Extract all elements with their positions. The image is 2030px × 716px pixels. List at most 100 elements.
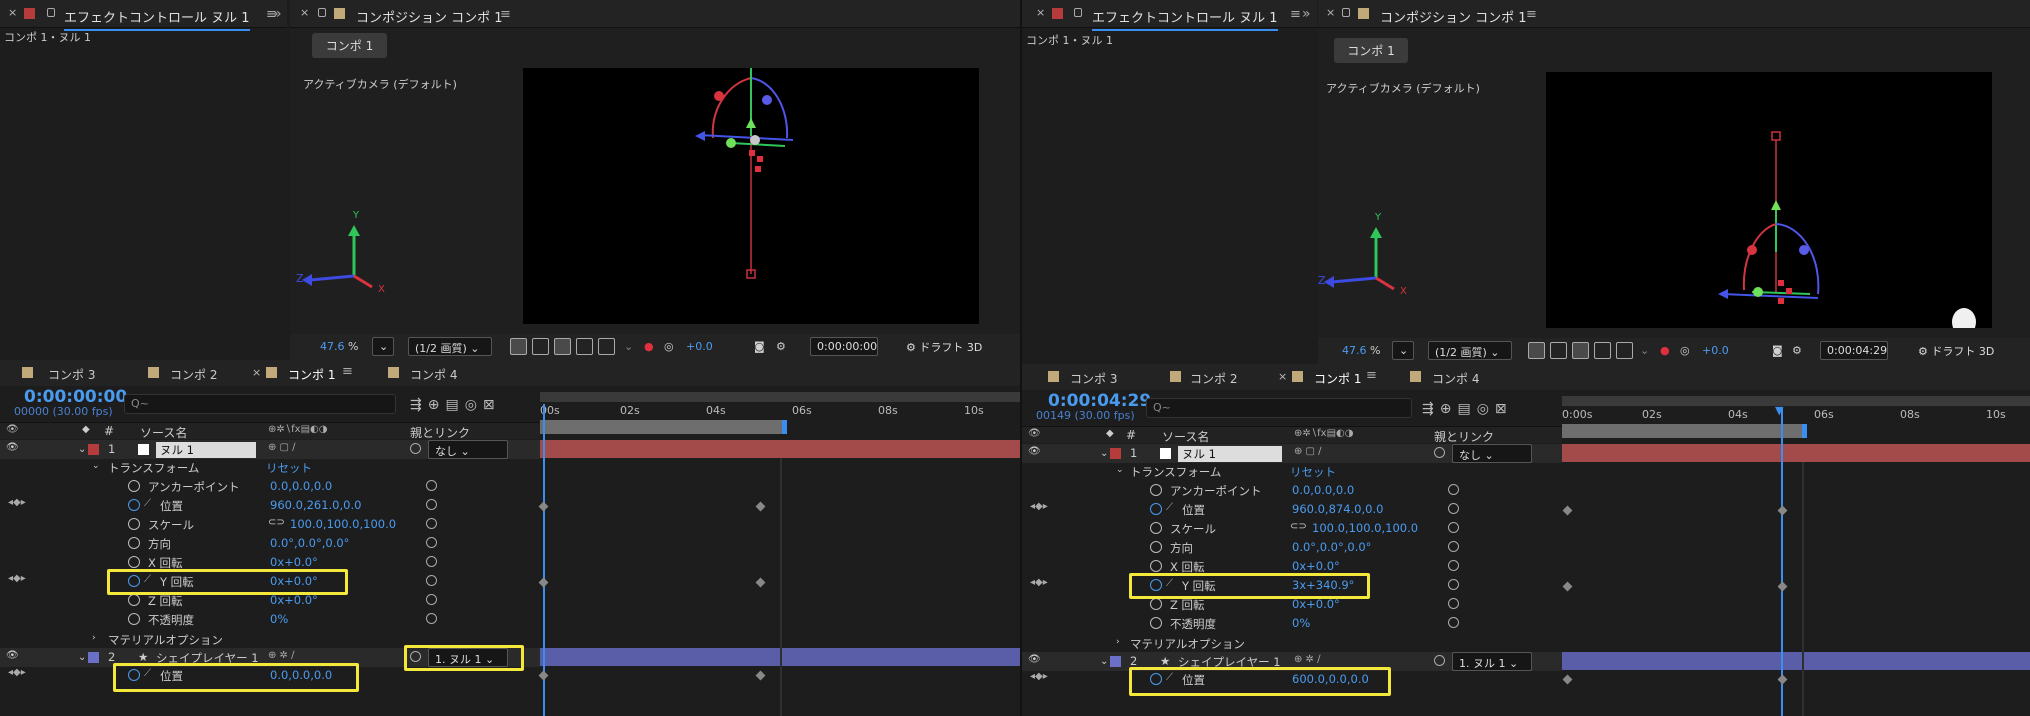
property-value[interactable]: 0x+0.0° <box>1292 597 1340 611</box>
tab-comp-3[interactable]: コンポ 3 <box>48 366 95 383</box>
exposure-value[interactable]: +0.0 <box>1702 344 1729 357</box>
stopwatch-icon[interactable] <box>128 499 140 511</box>
camera-icon[interactable]: ◙ <box>754 340 765 353</box>
layer-switches[interactable]: ⊕ ✲ ∕ <box>268 650 294 661</box>
pickwhip-icon[interactable] <box>426 499 437 510</box>
hamburger-menu-icon[interactable]: ≡ <box>1290 7 1301 22</box>
pickwhip-icon[interactable] <box>426 518 437 529</box>
transparency-grid-icon[interactable] <box>510 338 527 355</box>
pickwhip-icon[interactable] <box>426 575 437 586</box>
zoom-value[interactable]: 47.6 <box>320 340 345 353</box>
exposure-reset-icon[interactable]: ◎ <box>664 340 674 353</box>
tab-comp-1[interactable]: コンポ 1 <box>1314 370 1362 392</box>
pickwhip-icon[interactable] <box>1448 560 1459 571</box>
source-name-header[interactable]: ソース名 <box>1162 428 1209 445</box>
pickwhip-icon[interactable] <box>426 613 437 624</box>
property-row[interactable]: 方向 0.0°,0.0°,0.0° <box>0 534 540 553</box>
null-gizmo[interactable] <box>523 68 979 324</box>
mask-visibility-icon[interactable] <box>576 338 593 355</box>
parent-dropdown[interactable]: なし ⌄ <box>1452 444 1532 463</box>
effect-controls-tab-bar[interactable]: × エフェクトコントロール ヌル 1 ≡ <box>0 0 287 31</box>
switches-header[interactable]: ⊕✲∖fx▤◐◑ <box>268 424 327 435</box>
keyframe-nav-icon[interactable]: ◂◆▸ <box>8 497 26 508</box>
lock-icon[interactable] <box>47 8 55 17</box>
playhead[interactable] <box>1781 408 1783 716</box>
label-column-icon[interactable]: ◆ <box>82 424 90 435</box>
property-row[interactable]: スケール ⊂⊃ 100.0,100.0,100.0 <box>0 515 540 534</box>
chevron-down-icon[interactable]: ⌄ <box>624 340 633 353</box>
current-time-display[interactable]: 0:00:00:00 <box>810 337 878 356</box>
timeline-search-input[interactable]: Q~ <box>1146 398 1412 418</box>
timecode[interactable]: 0:00:04:29 <box>1048 391 1151 411</box>
close-icon[interactable]: × <box>252 366 261 379</box>
quality-dropdown[interactable]: (1/2 画質) ⌄ <box>1428 341 1512 360</box>
timeline-switches-icons[interactable]: ⇶⊕▤◎⊠ <box>1422 401 1513 417</box>
property-value[interactable]: 0% <box>270 612 288 626</box>
tab-comp-2[interactable]: コンポ 2 <box>170 366 217 383</box>
close-icon[interactable]: × <box>1278 370 1287 383</box>
transparency-grid-icon[interactable] <box>1528 342 1545 359</box>
material-options-group[interactable]: › マテリアルオプション <box>1022 634 1562 653</box>
stopwatch-icon[interactable] <box>1150 598 1162 610</box>
property-value[interactable]: 0x+0.0° <box>270 555 318 569</box>
zoom-value[interactable]: 47.6 <box>1342 344 1367 357</box>
exposure-reset-icon[interactable]: ◎ <box>1680 344 1690 357</box>
constrain-proportions-icon[interactable]: ⊂⊃ <box>268 517 285 528</box>
property-value[interactable]: 0.0°,0.0°,0.0° <box>270 536 349 550</box>
comp-viewer[interactable] <box>523 68 979 324</box>
reset-link[interactable]: リセット <box>266 460 312 476</box>
stopwatch-icon[interactable] <box>128 594 140 606</box>
stopwatch-icon[interactable] <box>128 518 140 530</box>
chevron-right-icon[interactable]: › <box>92 633 96 643</box>
region-of-interest-icon[interactable] <box>532 338 549 355</box>
chevron-down-icon[interactable]: ⌄ <box>1640 344 1649 357</box>
time-ruler[interactable]: 00s 02s 04s 06s 08s 10s <box>540 404 1020 418</box>
constrain-proportions-icon[interactable]: ⊂⊃ <box>1290 521 1307 532</box>
stopwatch-icon[interactable] <box>1150 522 1162 534</box>
composition-title[interactable]: コンポジション コンポ 1 <box>1380 7 1527 31</box>
property-value[interactable]: 0.0,0.0,0.0 <box>1292 483 1354 497</box>
pickwhip-icon[interactable] <box>1448 522 1459 533</box>
parent-dropdown[interactable]: 1. ヌル 1 ⌄ <box>1452 652 1532 671</box>
hamburger-menu-icon[interactable]: ≡ <box>1526 7 1537 22</box>
property-value[interactable]: 100.0,100.0,100.0 <box>290 517 396 531</box>
mask-visibility-icon[interactable] <box>1594 342 1611 359</box>
zoom-dropdown[interactable]: ⌄ <box>372 337 394 356</box>
property-value[interactable]: 960.0,261.0,0.0 <box>270 498 361 512</box>
transform-group[interactable]: ⌄ トランスフォーム リセット <box>0 458 540 477</box>
layer-duration-bar[interactable] <box>540 440 1020 458</box>
work-area-end-handle[interactable] <box>1802 424 1807 438</box>
switches-header[interactable]: ⊕✲∖fx▤◐◑ <box>1294 428 1353 439</box>
camera-icon[interactable]: ◙ <box>1772 344 1783 357</box>
stopwatch-icon[interactable] <box>128 537 140 549</box>
hamburger-menu-icon[interactable]: ≡ <box>1366 368 1377 383</box>
pickwhip-icon[interactable] <box>426 480 437 491</box>
pickwhip-icon[interactable] <box>1448 503 1459 514</box>
work-area-bar[interactable] <box>540 420 786 434</box>
pickwhip-icon[interactable] <box>1434 447 1445 458</box>
tab-comp-1[interactable]: コンポ 1 <box>288 366 336 388</box>
stopwatch-icon[interactable] <box>1150 503 1162 515</box>
layer-row[interactable]: 👁 ⌄ 1 ヌル 1 ⊕ ▢ ∕ なし ⌄ <box>1022 444 1562 463</box>
hamburger-menu-icon[interactable]: ≡ <box>342 364 353 379</box>
timeline-search-input[interactable]: Q~ <box>124 394 396 414</box>
null-gizmo[interactable] <box>1546 72 1992 336</box>
stopwatch-icon[interactable] <box>128 480 140 492</box>
stopwatch-icon[interactable] <box>128 613 140 625</box>
parent-link-header[interactable]: 親とリンク <box>410 424 470 441</box>
eye-icon[interactable]: 👁 <box>6 650 19 661</box>
pickwhip-icon[interactable] <box>426 556 437 567</box>
pickwhip-icon[interactable] <box>1434 655 1445 666</box>
region-of-interest-icon[interactable] <box>1550 342 1567 359</box>
comp-viewer[interactable] <box>1546 72 1992 336</box>
3d-ground-plane-icon[interactable] <box>598 338 615 355</box>
property-row[interactable]: アンカーポイント 0.0,0.0,0.0 <box>1022 481 1562 500</box>
chevron-right-icon[interactable]: › <box>1116 637 1120 647</box>
property-row[interactable]: スケール ⊂⊃ 100.0,100.0,100.0 <box>1022 519 1562 538</box>
comp-flow-button[interactable]: コンポ 1 <box>1334 38 1408 63</box>
layer-switches[interactable]: ⊕ ✲ ∕ <box>1294 654 1320 665</box>
close-icon[interactable]: × <box>1036 6 1045 19</box>
property-row[interactable]: 方向 0.0°,0.0°,0.0° <box>1022 538 1562 557</box>
stopwatch-icon[interactable] <box>1150 617 1162 629</box>
timecode[interactable]: 0:00:00:00 <box>24 387 127 407</box>
